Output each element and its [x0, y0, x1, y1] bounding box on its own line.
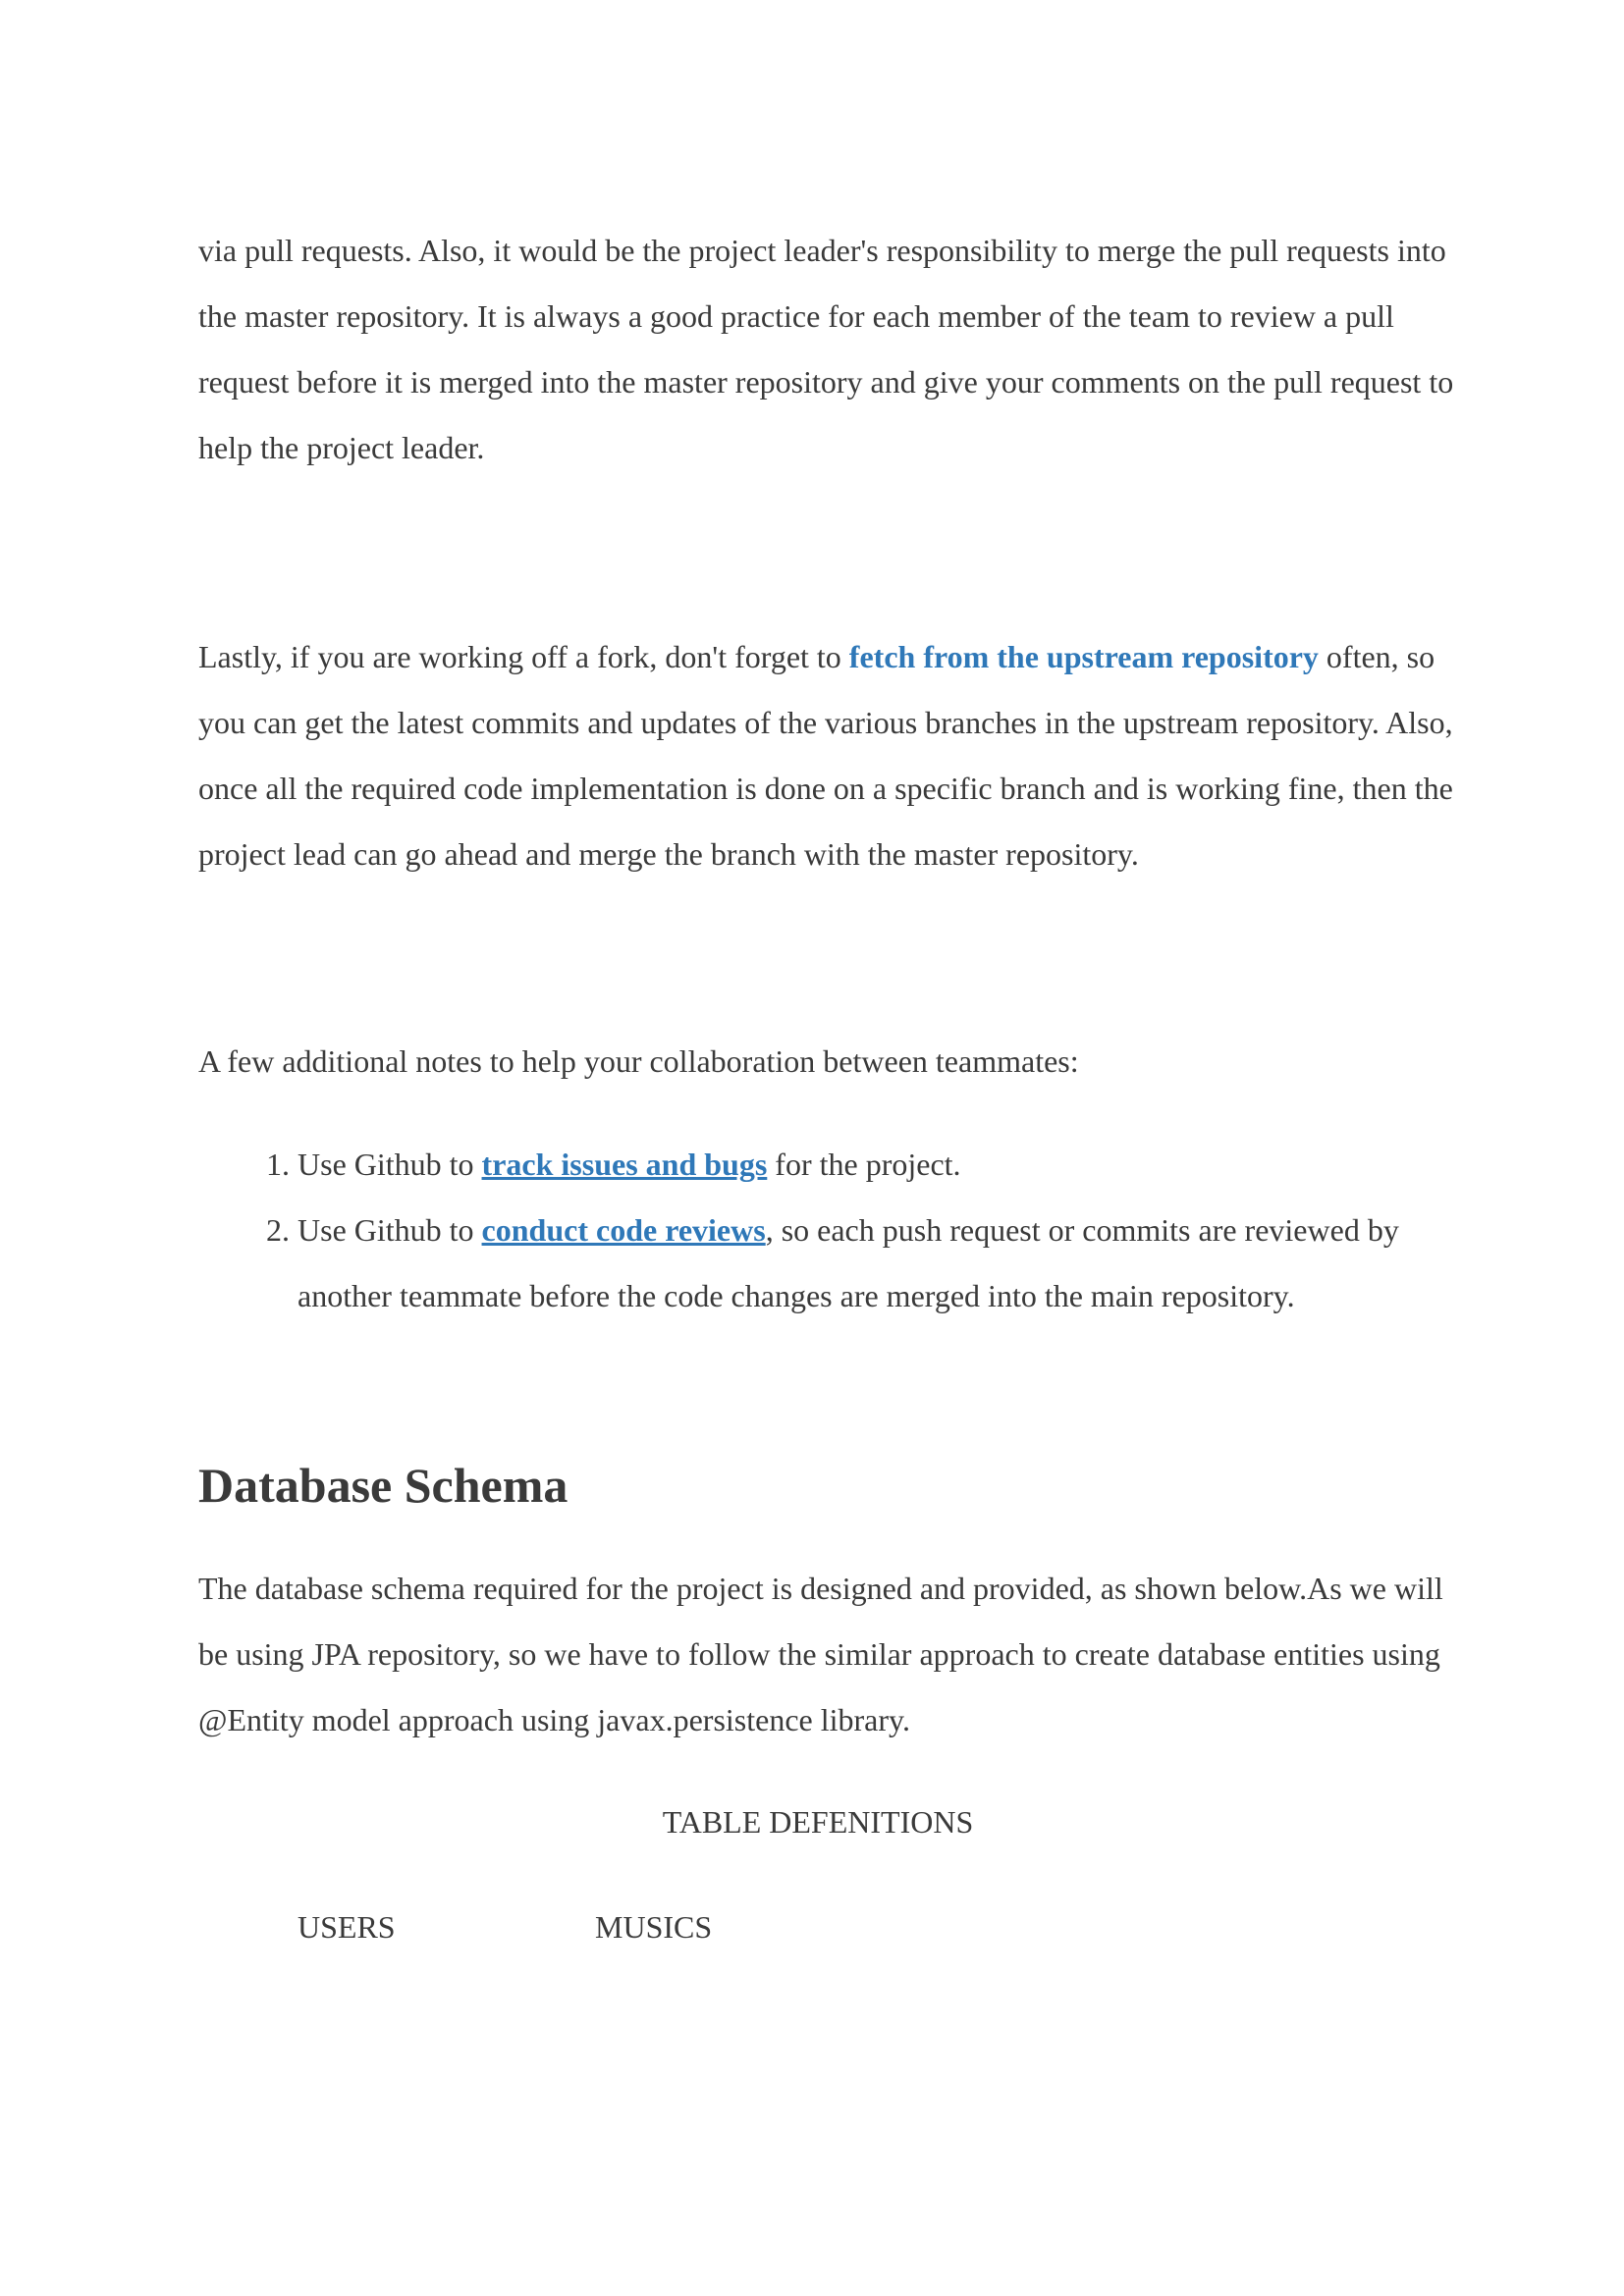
section-heading: Database Schema: [198, 1458, 568, 1513]
fetch-upstream-link[interactable]: fetch from the upstream repository: [841, 639, 1319, 674]
list-item-text-start: Use Github to: [298, 1147, 482, 1182]
list-item: Use Github to conduct code reviews, so e…: [298, 1198, 1465, 1329]
code-reviews-link[interactable]: conduct code reviews: [482, 1212, 766, 1248]
notes-list: Use Github to track issues and bugs for …: [198, 1132, 1465, 1329]
table-name-musics: MUSICS: [595, 1909, 713, 1945]
document-page: via pull requests. Also, it would be the…: [198, 218, 1465, 1960]
list-item: Use Github to track issues and bugs for …: [298, 1132, 1465, 1198]
schema-description: The database schema required for the pro…: [198, 1571, 1443, 1737]
paragraph-upstream-text-start: Lastly, if you are working off a fork, d…: [198, 639, 841, 674]
paragraph-pull-requests: via pull requests. Also, it would be the…: [198, 233, 1454, 465]
list-item-text-start: Use Github to: [298, 1212, 482, 1248]
paragraph-upstream: Lastly, if you are working off a fork, d…: [198, 624, 1465, 887]
list-item-text-end: for the project.: [767, 1147, 961, 1182]
table-definitions-title: TABLE DEFENITIONS: [662, 1804, 974, 1840]
notes-intro: A few additional notes to help your coll…: [198, 1043, 1079, 1079]
table-name-users: USERS: [298, 1909, 396, 1945]
table-names-row: USERS MUSICS: [198, 1895, 1465, 1960]
track-issues-link[interactable]: track issues and bugs: [482, 1147, 768, 1182]
